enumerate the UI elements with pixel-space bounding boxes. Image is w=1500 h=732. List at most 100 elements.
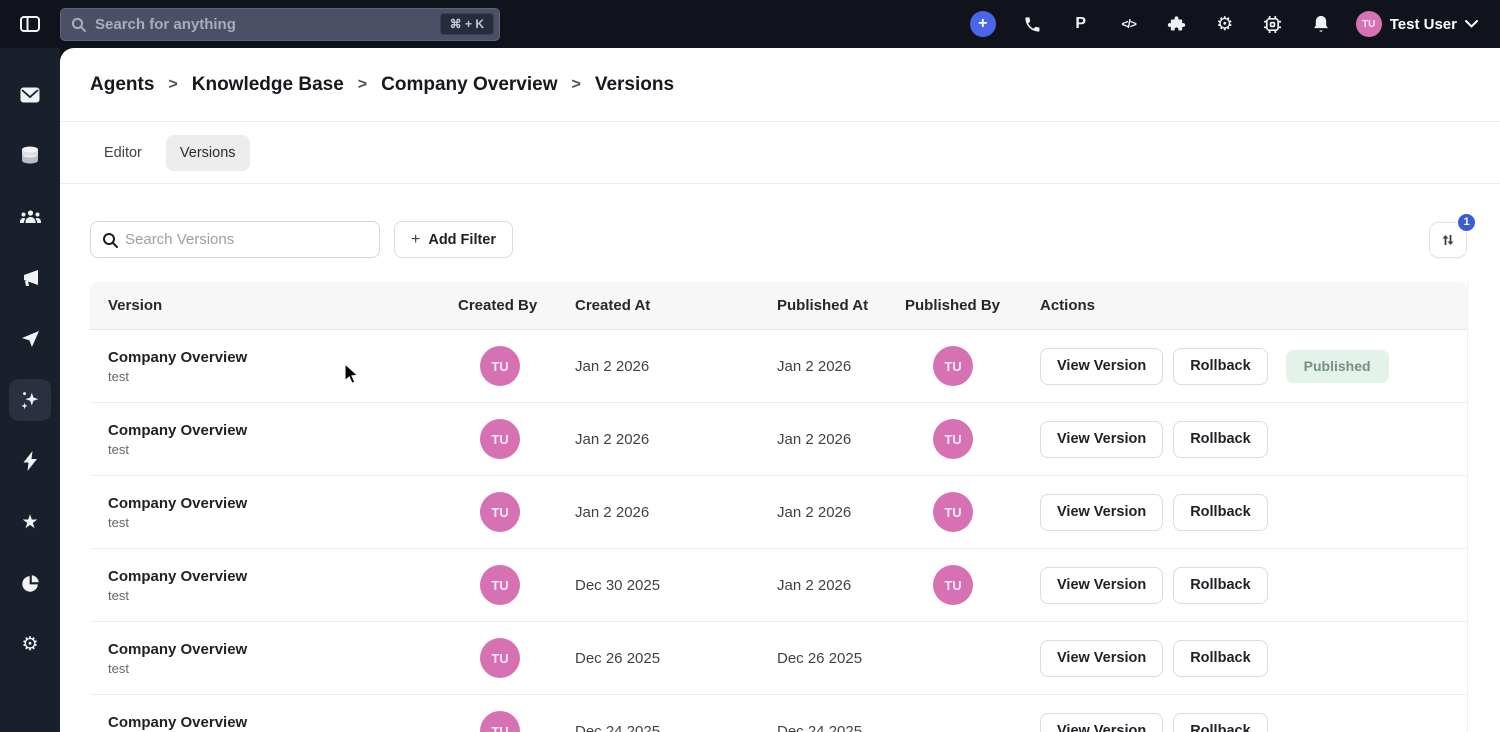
column-header-version: Version: [90, 297, 458, 314]
phone-button[interactable]: [1022, 13, 1044, 35]
tab-bar: Editor Versions: [60, 122, 1500, 184]
database-icon: [21, 146, 39, 166]
panel-toggle-icon: [20, 16, 40, 32]
sidebar-toggle-button[interactable]: [0, 16, 60, 32]
sparkles-icon: [20, 390, 40, 410]
megaphone-icon: [21, 269, 40, 287]
created-at-cell: Dec 30 2025: [575, 577, 777, 594]
version-title: Company Overview: [108, 495, 458, 512]
created-at-cell: Jan 2 2026: [575, 431, 777, 448]
table-row: Company Overview test TU Dec 30 2025 Jan…: [90, 549, 1467, 622]
star-icon: ★: [21, 513, 38, 532]
created-by-cell: TU: [458, 711, 575, 732]
settings-button[interactable]: ⚙: [1214, 13, 1236, 35]
integrations-button[interactable]: [1166, 13, 1188, 35]
sidebar-item-ai-agents[interactable]: [9, 379, 51, 421]
view-version-button[interactable]: View Version: [1040, 713, 1163, 732]
sidebar-item-campaigns[interactable]: [9, 257, 51, 299]
version-cell: Company Overview test: [90, 349, 458, 384]
avatar: TU: [1356, 11, 1382, 37]
gear-icon: ⚙: [1216, 13, 1233, 36]
view-version-button[interactable]: View Version: [1040, 567, 1163, 604]
published-by-avatar: TU: [933, 565, 973, 605]
rollback-button[interactable]: Rollback: [1173, 494, 1267, 531]
actions-cell: View Version Rollback: [1040, 421, 1467, 458]
phone-icon: [1023, 15, 1042, 34]
breadcrumb-separator: >: [358, 76, 367, 94]
puzzle-icon: [1167, 15, 1186, 34]
created-by-avatar: TU: [480, 419, 520, 459]
breadcrumb-knowledge-base[interactable]: Knowledge Base: [192, 74, 344, 96]
published-by-avatar: TU: [933, 419, 973, 459]
chip-icon: [1263, 15, 1282, 34]
versions-search[interactable]: [90, 221, 380, 258]
breadcrumb-versions[interactable]: Versions: [595, 74, 674, 96]
sidebar-item-reports[interactable]: [9, 562, 51, 604]
sort-count-badge: 1: [1456, 212, 1477, 233]
actions-cell: View Version Rollback Published: [1040, 348, 1467, 385]
search-shortcut-badge: ⌘ + K: [440, 13, 494, 35]
add-filter-label: Add Filter: [428, 232, 496, 248]
table-row: Company Overview test TU Dec 24 2025 Dec…: [90, 695, 1467, 732]
version-cell: Company Overview test: [90, 714, 458, 732]
sort-control: 1: [1429, 222, 1467, 258]
plus-icon: +: [411, 231, 420, 249]
user-menu[interactable]: TU Test User: [1356, 11, 1478, 37]
code-icon: </>: [1122, 17, 1136, 31]
versions-search-input[interactable]: [125, 231, 379, 248]
created-by-avatar: TU: [480, 346, 520, 386]
add-filter-button[interactable]: + Add Filter: [394, 221, 513, 258]
rollback-button[interactable]: Rollback: [1173, 421, 1267, 458]
table-row: Company Overview test TU Jan 2 2026 Jan …: [90, 403, 1467, 476]
table-row: Company Overview test TU Jan 2 2026 Jan …: [90, 476, 1467, 549]
sidebar-item-favorites[interactable]: ★: [9, 501, 51, 543]
sidebar-item-outbound[interactable]: [9, 318, 51, 360]
actions-cell: View Version Rollback: [1040, 640, 1467, 677]
sidebar-item-automations[interactable]: [9, 440, 51, 482]
tab-editor[interactable]: Editor: [90, 135, 156, 171]
column-header-created-by: Created By: [458, 297, 575, 314]
p-app-button[interactable]: P: [1070, 13, 1092, 35]
breadcrumb-agents[interactable]: Agents: [90, 74, 154, 96]
version-title: Company Overview: [108, 641, 458, 658]
sidebar-item-knowledge[interactable]: [9, 135, 51, 177]
table-header: Version Created By Created At Published …: [90, 282, 1467, 330]
versions-table: Version Created By Created At Published …: [90, 282, 1468, 732]
published-at-cell: Dec 24 2025: [777, 723, 905, 732]
p-icon: P: [1075, 15, 1086, 33]
version-subtitle: test: [108, 661, 458, 676]
chevron-down-icon: [1465, 20, 1478, 28]
tab-versions[interactable]: Versions: [166, 135, 250, 171]
breadcrumb-company-overview[interactable]: Company Overview: [381, 74, 557, 96]
rollback-button[interactable]: Rollback: [1173, 348, 1267, 385]
user-name: Test User: [1390, 16, 1457, 33]
global-search-input[interactable]: [95, 16, 491, 33]
view-version-button[interactable]: View Version: [1040, 494, 1163, 531]
notifications-button[interactable]: [1310, 13, 1332, 35]
create-new-button[interactable]: +: [970, 11, 996, 37]
created-by-avatar: TU: [480, 638, 520, 678]
view-version-button[interactable]: View Version: [1040, 421, 1163, 458]
breadcrumb-separator: >: [168, 76, 177, 94]
view-version-button[interactable]: View Version: [1040, 640, 1163, 677]
rollback-button[interactable]: Rollback: [1173, 567, 1267, 604]
version-title: Company Overview: [108, 349, 458, 366]
envelope-icon: [20, 87, 40, 103]
sidebar-item-team[interactable]: [9, 196, 51, 238]
view-version-button[interactable]: View Version: [1040, 348, 1163, 385]
rollback-button[interactable]: Rollback: [1173, 640, 1267, 677]
version-subtitle: test: [108, 442, 458, 457]
version-title: Company Overview: [108, 422, 458, 439]
sort-arrows-icon: [1440, 232, 1456, 248]
global-search[interactable]: ⌘ + K: [60, 8, 500, 41]
developer-button[interactable]: </>: [1118, 13, 1140, 35]
rollback-button[interactable]: Rollback: [1173, 713, 1267, 732]
system-button[interactable]: [1262, 13, 1284, 35]
version-cell: Company Overview test: [90, 495, 458, 530]
actions-cell: View Version Rollback: [1040, 567, 1467, 604]
published-by-cell: TU: [905, 492, 1040, 532]
sidebar-item-settings[interactable]: ⚙: [9, 623, 51, 665]
sidebar-item-inbox[interactable]: [9, 74, 51, 116]
created-by-cell: TU: [458, 346, 575, 386]
created-by-cell: TU: [458, 565, 575, 605]
